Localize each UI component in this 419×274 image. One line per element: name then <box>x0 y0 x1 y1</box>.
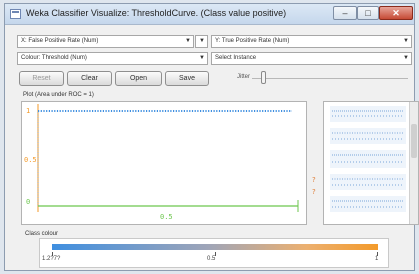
colour-value: Colour: Threshold (Num) <box>21 55 87 61</box>
class-colour-label: Class colour <box>25 231 59 237</box>
jitter-label: Jitter <box>237 74 251 80</box>
class-colour-legend: 1.2?7? 0.5 1 <box>39 238 389 268</box>
colour-select[interactable]: Colour: Threshold (Num) ▼ <box>17 52 208 65</box>
y-tick-0-5: 0.5 <box>24 156 37 164</box>
clear-button[interactable]: Clear <box>67 71 112 86</box>
reset-button[interactable]: Reset <box>19 71 64 86</box>
y-axis-select[interactable]: Y: True Positive Rate (Num) ▼ <box>211 35 412 48</box>
x-axis-option-button[interactable]: ▼ <box>195 35 208 48</box>
select-instance-value: Select Instance <box>215 55 257 61</box>
class-colour-min: 1.2?7? <box>42 256 61 262</box>
x-tick-0-5: 0.5 <box>160 213 173 221</box>
chevron-down-icon: ▼ <box>199 38 205 44</box>
chevron-down-icon: ▼ <box>199 55 205 61</box>
attribute-bar[interactable] <box>330 196 406 212</box>
window-title: Weka Classifier Visualize: ThresholdCurv… <box>26 8 287 18</box>
attribute-bar[interactable] <box>330 128 406 144</box>
attribute-bar[interactable] <box>330 174 406 190</box>
select-instance-select[interactable]: Select Instance ▼ <box>211 52 412 65</box>
class-colour-mid: 0.5 <box>207 256 216 262</box>
plot-side-markers: ? ? <box>312 176 316 196</box>
x-axis-select[interactable]: X: False Positive Rate (Num) ▼ <box>17 35 194 48</box>
chevron-down-icon: ▼ <box>403 55 409 61</box>
weka-app-icon <box>10 9 21 19</box>
jitter-slider-thumb[interactable] <box>261 71 266 84</box>
attribute-bar[interactable] <box>330 106 406 122</box>
minimize-button[interactable]: – <box>333 6 357 20</box>
open-button[interactable]: Open <box>115 71 162 86</box>
y-tick-0: 0 <box>26 198 30 206</box>
class-colour-max: 1 <box>375 256 379 262</box>
y-axis-value: Y: True Positive Rate (Num) <box>215 38 290 44</box>
class-colour-gradient <box>52 244 378 250</box>
roc-plot-area[interactable]: 1 0.5 0 0.5 <box>21 101 307 225</box>
maximize-button[interactable]: □ <box>357 6 379 20</box>
x-axis-value: X: False Positive Rate (Num) <box>21 38 99 44</box>
chevron-down-icon: ▼ <box>185 38 191 44</box>
title-bar[interactable]: Weka Classifier Visualize: ThresholdCurv… <box>5 4 414 25</box>
y-tick-1: 1 <box>26 107 30 115</box>
panel-scrollbar-thumb[interactable] <box>411 124 417 158</box>
jitter-slider-track[interactable] <box>252 78 408 79</box>
svg-text:?: ? <box>312 176 316 184</box>
classifier-visualize-window: Weka Classifier Visualize: ThresholdCurv… <box>4 3 419 271</box>
svg-text:?: ? <box>312 188 316 196</box>
close-button[interactable]: ✕ <box>379 6 413 20</box>
save-button[interactable]: Save <box>165 71 209 86</box>
attribute-bar[interactable] <box>330 150 406 168</box>
roc-plot-svg: 1 0.5 0 0.5 <box>24 104 299 221</box>
panel-scrollbar[interactable] <box>409 102 418 224</box>
attribute-bars-panel[interactable] <box>323 101 419 225</box>
plot-title: Plot (Area under ROC = 1) <box>23 92 94 98</box>
attribute-bars-svg <box>330 106 406 212</box>
chevron-down-icon: ▼ <box>403 38 409 44</box>
